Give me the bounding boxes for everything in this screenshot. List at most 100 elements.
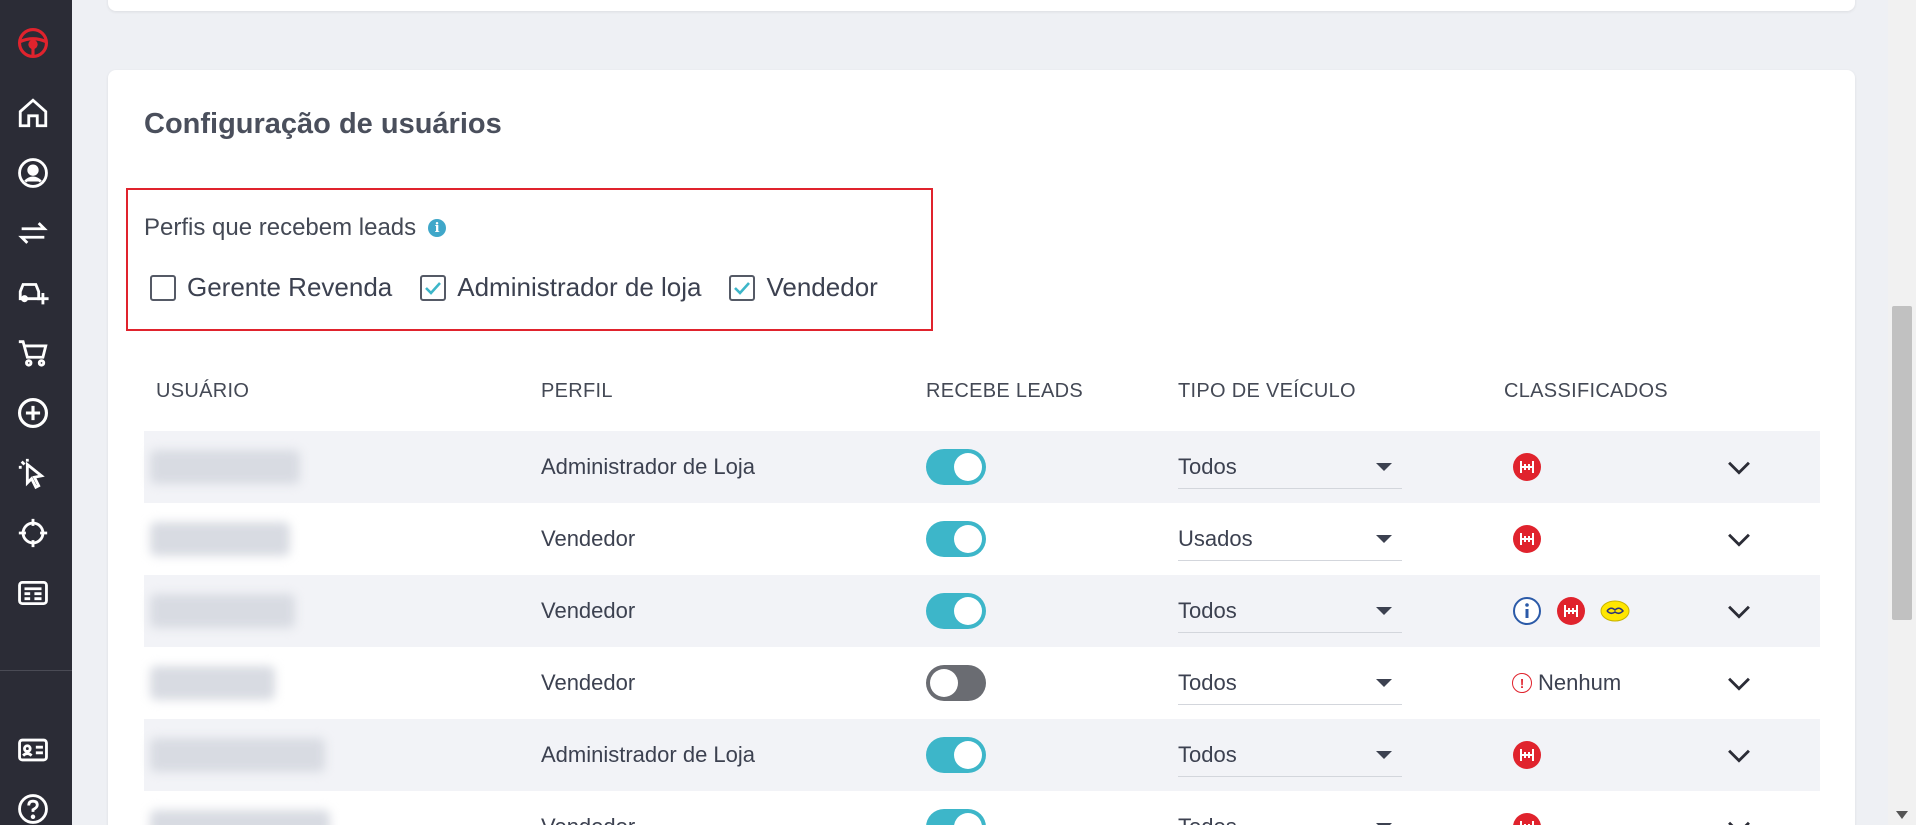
expand-chevron-down-icon[interactable] [1722,522,1756,556]
vehicle-type-cell: Todos [1178,719,1402,791]
webmotors-logo-icon [1556,596,1586,626]
blurred-user-name [150,738,325,772]
scroll-down-arrow-icon[interactable] [1896,811,1908,819]
classifieds-cell [1512,431,1556,503]
checkbox-vendedor[interactable]: Vendedor [729,272,878,303]
newspaper-icon[interactable] [14,574,52,612]
plus-circle-icon[interactable] [14,394,52,432]
page-scrollbar[interactable] [1888,0,1916,825]
check-icon [425,281,442,295]
vehicle-type-select[interactable]: Usados [1178,517,1402,561]
transfer-arrows-icon[interactable] [14,214,52,252]
users-table-header: USUÁRIO PERFIL RECEBE LEADS TIPO DE VEÍC… [144,372,1820,412]
vehicle-type-cell: Todos [1178,647,1402,719]
checkbox-label: Vendedor [766,272,878,302]
vehicle-type-value: Todos [1178,453,1237,479]
table-row[interactable]: Vendedor Todos ! Nenhum [144,647,1820,719]
receives-leads-toggle[interactable] [926,809,986,825]
help-icon[interactable] [14,790,52,825]
car-add-icon[interactable] [14,274,52,312]
receives-leads-toggle[interactable] [926,665,986,701]
column-header-profile: PERFIL [541,380,613,402]
steering-wheel-logo-icon[interactable] [14,24,52,62]
checkbox-unchecked[interactable] [150,274,176,301]
receives-leads-toggle[interactable] [926,593,986,629]
lead-profiles-label: Perfis que recebem leads [144,214,417,241]
user-name-cell [150,647,275,719]
vehicle-type-select[interactable]: Todos [1178,445,1402,489]
classifieds-cell [1512,575,1644,647]
expand-chevron-down-icon[interactable] [1722,594,1756,628]
receives-leads-cell [926,647,986,719]
expand-chevron-down-icon[interactable] [1722,666,1756,700]
blurred-user-name [150,594,295,628]
mercadolivre-logo-icon [1600,596,1630,626]
check-icon [734,281,751,295]
lead-profiles-heading: Perfis que recebem leads i [144,214,447,242]
vehicle-type-value: Todos [1178,814,1237,825]
toggle-knob [954,813,982,825]
column-header-user: USUÁRIO [156,380,250,402]
table-row[interactable]: Vendedor Todos [144,575,1820,647]
toggle-knob [930,669,958,697]
column-header-receives-leads: RECEBE LEADS [926,380,1083,402]
caret-down-icon [1376,751,1392,759]
vehicle-type-select[interactable]: Todos [1178,661,1402,705]
expand-chevron-down-icon[interactable] [1722,738,1756,772]
receives-leads-cell [926,719,986,791]
user-circle-icon[interactable] [14,154,52,192]
expand-chevron-down-icon[interactable] [1722,810,1756,825]
webmotors-logo-icon [1512,452,1542,482]
column-header-vehicle-type: TIPO DE VEÍCULO [1178,380,1356,402]
previous-card [108,0,1855,11]
info-icon[interactable]: i [428,219,447,237]
vehicle-type-value: Todos [1178,669,1237,695]
section-title: Configuração de usuários [144,108,502,140]
checkbox-checked[interactable] [420,274,447,301]
profile-cell: Administrador de Loja [541,454,756,479]
classifieds-cell [1512,503,1556,575]
sidebar [0,0,72,825]
table-row[interactable]: Administrador de Loja Todos [144,431,1820,503]
user-name-cell [150,719,325,791]
webmotors-logo-icon [1512,812,1542,825]
vehicle-type-value: Usados [1178,525,1253,551]
checkbox-checked[interactable] [729,274,756,301]
user-name-cell [150,791,330,825]
vehicle-type-cell: Todos [1178,431,1402,503]
receives-leads-toggle[interactable] [926,521,986,557]
receives-leads-toggle[interactable] [926,449,986,485]
vehicle-type-select[interactable]: Todos [1178,805,1402,825]
id-card-icon[interactable] [14,731,52,769]
vehicle-type-select[interactable]: Todos [1178,733,1402,777]
table-row[interactable]: Administrador de Loja Todos [144,719,1820,791]
target-icon[interactable] [14,514,52,552]
cart-icon[interactable] [14,334,52,372]
toggle-knob [954,741,982,769]
profile-cell: Administrador de Loja [541,742,756,767]
toggle-knob [954,453,982,481]
checkbox-label: Gerente Revenda [187,272,393,302]
pointer-click-icon[interactable] [14,454,52,492]
classifieds-none-label: Nenhum [1538,670,1622,695]
toggle-knob [954,597,982,625]
profile-cell: Vendedor [541,598,636,623]
sidebar-divider [0,670,72,671]
expand-chevron-down-icon[interactable] [1722,450,1756,484]
lead-profiles-box: Perfis que recebem leads i Gerente Reven… [126,188,933,331]
caret-down-icon [1376,607,1392,615]
vehicle-type-value: Todos [1178,741,1237,767]
receives-leads-toggle[interactable] [926,737,986,773]
table-row[interactable]: Vendedor Todos [144,791,1820,825]
checkbox-gerente-revenda[interactable]: Gerente Revenda [150,272,392,303]
home-icon[interactable] [14,94,52,132]
vehicle-type-value: Todos [1178,597,1237,623]
profile-cell: Vendedor [541,526,636,551]
scrollbar-thumb[interactable] [1892,306,1912,620]
table-row[interactable]: Vendedor Usados [144,503,1820,575]
blurred-user-name [150,810,330,825]
checkbox-administrador-loja[interactable]: Administrador de loja [420,272,701,303]
receives-leads-cell [926,503,986,575]
classifieds-cell [1512,719,1556,791]
vehicle-type-select[interactable]: Todos [1178,589,1402,633]
